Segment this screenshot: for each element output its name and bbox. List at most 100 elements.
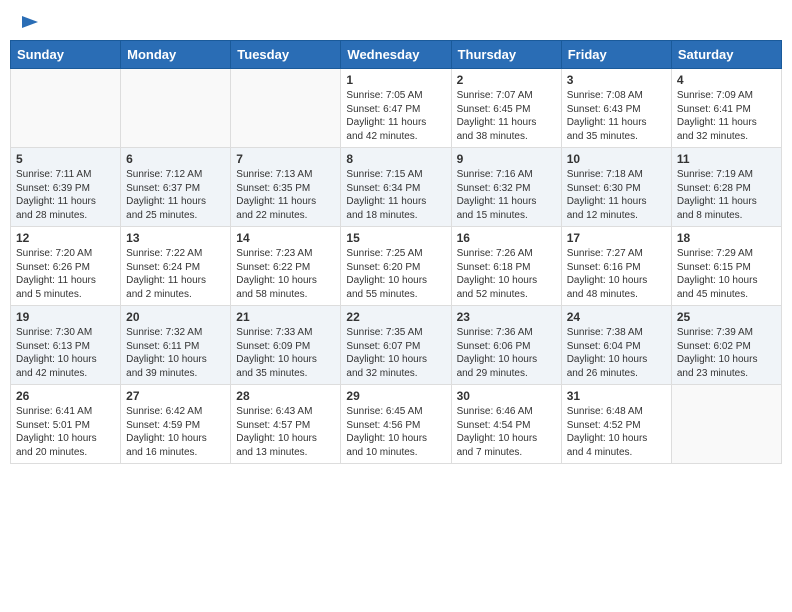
day-info: Sunrise: 7:16 AM Sunset: 6:32 PM Dayligh… <box>457 168 556 222</box>
calendar-day-cell: 5 Sunrise: 7:11 AM Sunset: 6:39 PM Daylig… <box>11 148 121 227</box>
day-info: Sunrise: 7:11 AM Sunset: 6:39 PM Dayligh… <box>16 168 115 222</box>
day-info: Sunrise: 7:07 AM Sunset: 6:45 PM Dayligh… <box>457 89 556 143</box>
calendar-table: SundayMondayTuesdayWednesdayThursdayFrid… <box>10 40 782 464</box>
day-number: 14 <box>236 231 335 245</box>
day-info: Sunrise: 7:25 AM Sunset: 6:20 PM Dayligh… <box>346 247 445 301</box>
day-number: 19 <box>16 310 115 324</box>
day-number: 8 <box>346 152 445 166</box>
calendar-day-cell: 8Sunrise: 7:15 AM Sunset: 6:34 PM Daylig… <box>341 148 451 227</box>
day-number: 20 <box>126 310 225 324</box>
calendar-day-cell: 12 Sunrise: 7:20 AM Sunset: 6:26 PM Dayli… <box>11 227 121 306</box>
day-info: Sunrise: 6:42 AM Sunset: 4:59 PM Dayligh… <box>126 405 225 459</box>
calendar-day-cell: 17Sunrise: 7:27 AM Sunset: 6:16 PM Dayli… <box>561 227 671 306</box>
day-number: 18 <box>677 231 776 245</box>
calendar-day-cell <box>121 69 231 148</box>
day-number: 22 <box>346 310 445 324</box>
day-number: 27 <box>126 389 225 403</box>
calendar-day-cell: 21 Sunrise: 7:33 AM Sunset: 6:09 PM Dayli… <box>231 306 341 385</box>
day-info: Sunrise: 7:08 AM Sunset: 6:43 PM Dayligh… <box>567 89 666 143</box>
calendar-day-cell: 30 Sunrise: 6:46 AM Sunset: 4:54 PM Dayli… <box>451 385 561 464</box>
calendar-day-cell: 26 Sunrise: 6:41 AM Sunset: 5:01 PM Dayli… <box>11 385 121 464</box>
calendar-day-cell: 15 Sunrise: 7:25 AM Sunset: 6:20 PM Dayli… <box>341 227 451 306</box>
day-info: Sunrise: 7:09 AM Sunset: 6:41 PM Dayligh… <box>677 89 776 143</box>
day-number: 30 <box>457 389 556 403</box>
day-number: 4 <box>677 73 776 87</box>
calendar-day-cell: 19 Sunrise: 7:30 AM Sunset: 6:13 PM Dayli… <box>11 306 121 385</box>
day-of-week-header: Sunday <box>11 41 121 69</box>
day-number: 11 <box>677 152 776 166</box>
day-number: 15 <box>346 231 445 245</box>
calendar-day-cell: 3Sunrise: 7:08 AM Sunset: 6:43 PM Daylig… <box>561 69 671 148</box>
calendar-day-cell: 14 Sunrise: 7:23 AM Sunset: 6:22 PM Dayli… <box>231 227 341 306</box>
calendar-day-cell: 11 Sunrise: 7:19 AM Sunset: 6:28 PM Dayli… <box>671 148 781 227</box>
calendar-day-cell: 25 Sunrise: 7:39 AM Sunset: 6:02 PM Dayli… <box>671 306 781 385</box>
calendar-day-cell: 20 Sunrise: 7:32 AM Sunset: 6:11 PM Dayli… <box>121 306 231 385</box>
day-number: 21 <box>236 310 335 324</box>
day-info: Sunrise: 7:35 AM Sunset: 6:07 PM Dayligh… <box>346 326 445 380</box>
day-of-week-header: Friday <box>561 41 671 69</box>
calendar-header-row: SundayMondayTuesdayWednesdayThursdayFrid… <box>11 41 782 69</box>
day-number: 5 <box>16 152 115 166</box>
day-info: Sunrise: 7:26 AM Sunset: 6:18 PM Dayligh… <box>457 247 556 301</box>
day-info: Sunrise: 6:48 AM Sunset: 4:52 PM Dayligh… <box>567 405 666 459</box>
day-info: Sunrise: 7:22 AM Sunset: 6:24 PM Dayligh… <box>126 247 225 301</box>
day-number: 25 <box>677 310 776 324</box>
day-of-week-header: Monday <box>121 41 231 69</box>
day-info: Sunrise: 7:12 AM Sunset: 6:37 PM Dayligh… <box>126 168 225 222</box>
calendar-day-cell: 13 Sunrise: 7:22 AM Sunset: 6:24 PM Dayli… <box>121 227 231 306</box>
day-info: Sunrise: 7:27 AM Sunset: 6:16 PM Dayligh… <box>567 247 666 301</box>
calendar-day-cell: 2Sunrise: 7:07 AM Sunset: 6:45 PM Daylig… <box>451 69 561 148</box>
day-info: Sunrise: 7:19 AM Sunset: 6:28 PM Dayligh… <box>677 168 776 222</box>
day-info: Sunrise: 6:46 AM Sunset: 4:54 PM Dayligh… <box>457 405 556 459</box>
calendar-week-row: 1 Sunrise: 7:05 AM Sunset: 6:47 PM Daylig… <box>11 69 782 148</box>
calendar-week-row: 5 Sunrise: 7:11 AM Sunset: 6:39 PM Daylig… <box>11 148 782 227</box>
day-number: 28 <box>236 389 335 403</box>
logo <box>18 14 40 28</box>
day-number: 26 <box>16 389 115 403</box>
day-info: Sunrise: 7:05 AM Sunset: 6:47 PM Dayligh… <box>346 89 445 143</box>
day-number: 7 <box>236 152 335 166</box>
calendar-week-row: 26 Sunrise: 6:41 AM Sunset: 5:01 PM Dayli… <box>11 385 782 464</box>
day-of-week-header: Saturday <box>671 41 781 69</box>
logo-flag-icon <box>20 14 40 34</box>
day-info: Sunrise: 7:18 AM Sunset: 6:30 PM Dayligh… <box>567 168 666 222</box>
day-of-week-header: Thursday <box>451 41 561 69</box>
day-number: 23 <box>457 310 556 324</box>
day-number: 9 <box>457 152 556 166</box>
day-info: Sunrise: 7:38 AM Sunset: 6:04 PM Dayligh… <box>567 326 666 380</box>
day-number: 12 <box>16 231 115 245</box>
calendar-day-cell: 23 Sunrise: 7:36 AM Sunset: 6:06 PM Dayli… <box>451 306 561 385</box>
calendar-day-cell: 6 Sunrise: 7:12 AM Sunset: 6:37 PM Daylig… <box>121 148 231 227</box>
day-info: Sunrise: 7:39 AM Sunset: 6:02 PM Dayligh… <box>677 326 776 380</box>
day-number: 24 <box>567 310 666 324</box>
calendar-day-cell: 9 Sunrise: 7:16 AM Sunset: 6:32 PM Daylig… <box>451 148 561 227</box>
day-info: Sunrise: 7:30 AM Sunset: 6:13 PM Dayligh… <box>16 326 115 380</box>
calendar-day-cell: 7Sunrise: 7:13 AM Sunset: 6:35 PM Daylig… <box>231 148 341 227</box>
calendar-day-cell <box>671 385 781 464</box>
calendar-day-cell: 29Sunrise: 6:45 AM Sunset: 4:56 PM Dayli… <box>341 385 451 464</box>
day-number: 10 <box>567 152 666 166</box>
day-number: 1 <box>346 73 445 87</box>
calendar-day-cell: 1 Sunrise: 7:05 AM Sunset: 6:47 PM Daylig… <box>341 69 451 148</box>
calendar-week-row: 12 Sunrise: 7:20 AM Sunset: 6:26 PM Dayli… <box>11 227 782 306</box>
day-info: Sunrise: 7:29 AM Sunset: 6:15 PM Dayligh… <box>677 247 776 301</box>
calendar-day-cell: 22 Sunrise: 7:35 AM Sunset: 6:07 PM Dayli… <box>341 306 451 385</box>
day-info: Sunrise: 7:20 AM Sunset: 6:26 PM Dayligh… <box>16 247 115 301</box>
day-number: 13 <box>126 231 225 245</box>
day-number: 6 <box>126 152 225 166</box>
day-of-week-header: Wednesday <box>341 41 451 69</box>
day-info: Sunrise: 6:41 AM Sunset: 5:01 PM Dayligh… <box>16 405 115 459</box>
day-number: 29 <box>346 389 445 403</box>
day-info: Sunrise: 7:32 AM Sunset: 6:11 PM Dayligh… <box>126 326 225 380</box>
day-info: Sunrise: 7:36 AM Sunset: 6:06 PM Dayligh… <box>457 326 556 380</box>
calendar-day-cell: 28 Sunrise: 6:43 AM Sunset: 4:57 PM Dayli… <box>231 385 341 464</box>
calendar-day-cell: 10 Sunrise: 7:18 AM Sunset: 6:30 PM Dayli… <box>561 148 671 227</box>
calendar-day-cell <box>231 69 341 148</box>
day-info: Sunrise: 6:43 AM Sunset: 4:57 PM Dayligh… <box>236 405 335 459</box>
calendar-day-cell: 24 Sunrise: 7:38 AM Sunset: 6:04 PM Dayli… <box>561 306 671 385</box>
day-info: Sunrise: 7:23 AM Sunset: 6:22 PM Dayligh… <box>236 247 335 301</box>
calendar-day-cell: 27 Sunrise: 6:42 AM Sunset: 4:59 PM Dayli… <box>121 385 231 464</box>
calendar-day-cell: 4 Sunrise: 7:09 AM Sunset: 6:41 PM Daylig… <box>671 69 781 148</box>
day-info: Sunrise: 7:33 AM Sunset: 6:09 PM Dayligh… <box>236 326 335 380</box>
day-number: 31 <box>567 389 666 403</box>
